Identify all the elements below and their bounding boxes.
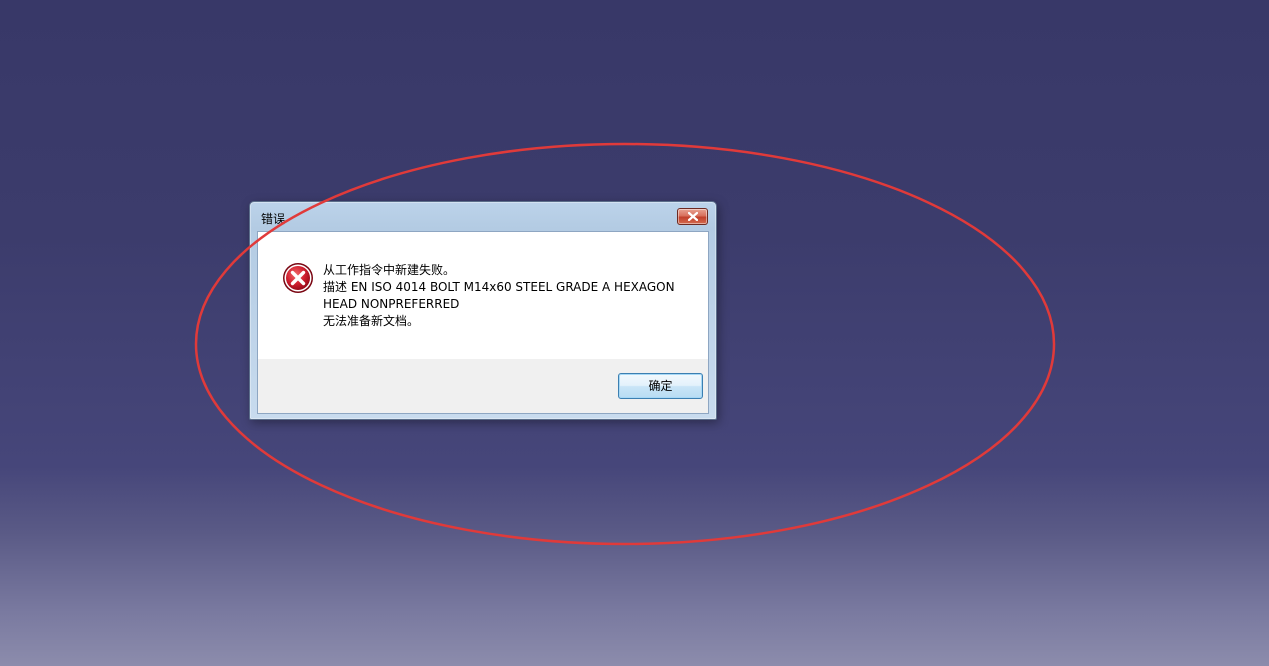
dialog-title: 错误 [261,212,286,226]
dialog-content: 从工作指令中新建失败。 描述 EN ISO 4014 BOLT M14x60 S… [257,231,709,414]
button-area: 确定 [258,359,708,413]
title-bar[interactable]: 错误 [250,202,716,230]
ok-button[interactable]: 确定 [618,373,703,399]
close-button[interactable] [677,208,708,225]
message-line: 无法准备新文档。 [323,314,420,328]
message-line: 描述 EN ISO 4014 BOLT M14x60 STEEL GRADE A… [323,280,675,294]
message-area: 从工作指令中新建失败。 描述 EN ISO 4014 BOLT M14x60 S… [258,232,708,359]
error-message: 从工作指令中新建失败。 描述 EN ISO 4014 BOLT M14x60 S… [323,262,693,330]
error-dialog: 错误 从工作指令中新建失败。 描述 EN ISO 4014 BOLT M14x6… [249,201,717,420]
message-line: HEAD NONPREFERRED [323,297,460,311]
error-icon [282,262,314,294]
message-line: 从工作指令中新建失败。 [323,263,456,277]
close-icon [688,212,698,221]
